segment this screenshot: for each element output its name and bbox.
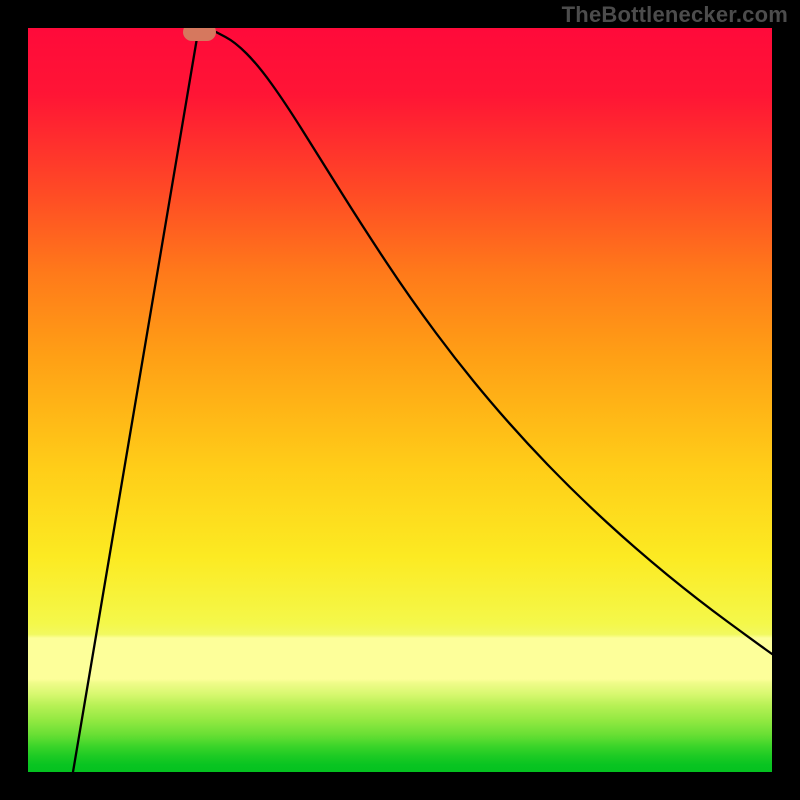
plot-area — [28, 28, 772, 772]
attribution-text: TheBottlenecker.com — [562, 2, 788, 28]
optimum-marker — [183, 28, 216, 41]
curve-layer — [28, 28, 772, 772]
chart-frame: TheBottlenecker.com — [0, 0, 800, 800]
bottleneck-curve — [73, 32, 772, 772]
